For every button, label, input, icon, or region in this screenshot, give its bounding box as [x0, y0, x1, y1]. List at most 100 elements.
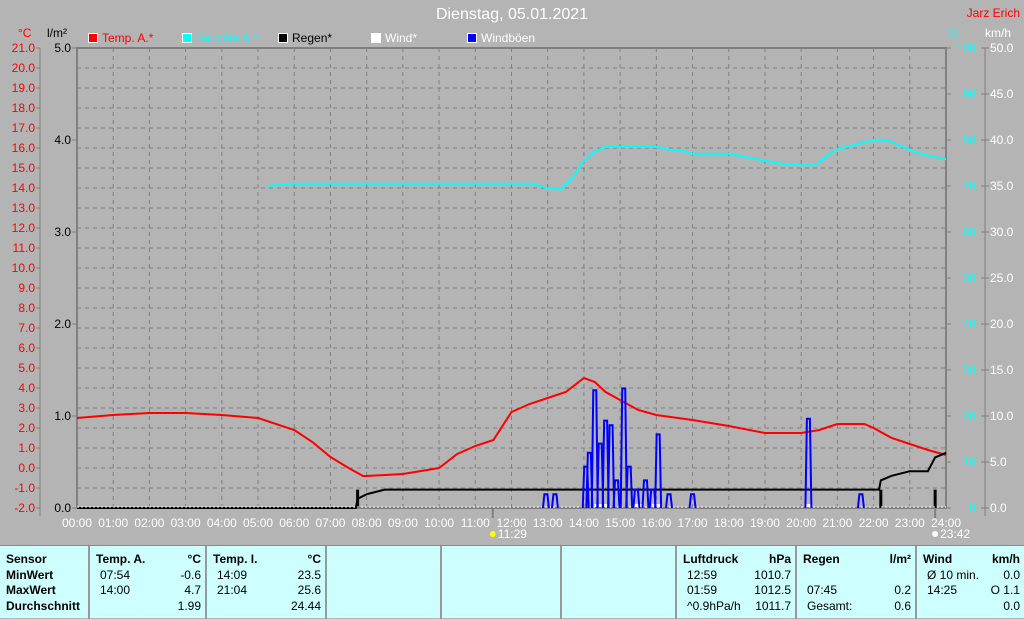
temp-tick-label: 21.0: [12, 41, 36, 55]
col-rain: Regen l/m² 07:45 0.2 Gesamt: 0.6: [795, 546, 915, 619]
x-tick-label: 09:00: [388, 516, 418, 530]
rain-bar: [879, 489, 883, 508]
temp-tick-label: 14.0: [12, 181, 36, 195]
x-tick-label: 19:00: [750, 516, 780, 530]
gust-spike: [654, 433, 663, 509]
temp-tick-label: 9.0: [18, 281, 35, 295]
humidity-tick-label: 40: [963, 317, 977, 331]
cell-value: 23.5: [297, 567, 321, 582]
x-tick-label: 06:00: [279, 516, 309, 530]
marker-label: 23:42: [940, 527, 970, 541]
cell-value: 0.6: [894, 598, 911, 613]
x-tick-label: 03:00: [171, 516, 201, 530]
x-tick-label: 04:00: [207, 516, 237, 530]
temp-tick-label: 10.0: [12, 261, 36, 275]
header-temp_a: Temp. A.: [96, 552, 146, 566]
x-tick-label: 11:00: [461, 516, 490, 530]
wind-tick-label: 35.0: [990, 179, 1014, 193]
humidity-tick-label: 60: [963, 225, 977, 239]
cell-time: 01:59: [687, 583, 718, 597]
cell-value: 0.0: [1003, 598, 1020, 613]
x-tick-label: 17:00: [678, 516, 708, 530]
x-tick-label: 10:00: [424, 516, 454, 530]
temp-tick-label: -1.0: [14, 481, 35, 495]
wind-tick-label: 5.0: [990, 455, 1007, 469]
cell-value: 1011.7: [755, 598, 791, 613]
rain-tick-label: 3.0: [54, 225, 71, 239]
gust-spike: [612, 479, 621, 509]
x-tick-label: 21:00: [822, 516, 852, 530]
temp-tick-label: 5.0: [18, 361, 35, 375]
col-wind: Wind km/h Ø 10 min. 0.0 14:25 O 1.1 0.0: [915, 546, 1024, 619]
header-temp_i: Temp. I.: [213, 552, 258, 566]
temp-tick-label: 18.0: [12, 101, 36, 115]
plot-frame: [76, 47, 947, 509]
wind-tick-label: 15.0: [990, 363, 1014, 377]
temp-tick-label: 17.0: [12, 121, 36, 135]
cell-time: ^0.9hPa/h: [687, 598, 741, 613]
x-tick-label: 00:00: [62, 516, 92, 530]
rain-bar: [933, 489, 937, 508]
row-label-max: MaxWert: [6, 583, 56, 597]
x-tick-label: 08:00: [352, 516, 382, 530]
gust-spike: [625, 465, 634, 509]
x-tick-label: 15:00: [605, 516, 635, 530]
cell-time: 14:25: [927, 583, 958, 597]
temp-tick-label: 16.0: [12, 141, 36, 155]
wind-tick-label: 10.0: [990, 409, 1014, 423]
cell-value: 4.7: [184, 583, 201, 597]
wind-tick-label: 30.0: [990, 225, 1014, 239]
header-sensor: Sensor: [6, 552, 47, 566]
wind-tick-label: 0.0: [990, 501, 1007, 515]
unit-pressure: hPa: [768, 552, 791, 566]
cell-time: 07:54: [100, 567, 131, 582]
humidity-tick-label: 80: [963, 133, 977, 147]
rain-tick-label: 2.0: [54, 317, 71, 331]
temp-tick-label: 11.0: [13, 241, 36, 255]
weather-chart: -2.0 -1.0 0.0 1.0 2.0 3.0 4.0 5.0 6.0 7.0 8.0 9.0 10…: [12, 41, 1014, 541]
marker-label: 11:29: [498, 527, 527, 541]
x-tick-label: 05:00: [243, 516, 273, 530]
cell-time: 07:45: [807, 583, 838, 597]
temp-tick-label: 7.0: [18, 321, 35, 335]
cell-value: 0.2: [894, 583, 911, 597]
cell-value: -0.6: [180, 567, 201, 582]
cell-value: 1012.5: [754, 583, 791, 597]
gust-spike: [607, 424, 616, 509]
temp-tick-label: 6.0: [18, 341, 35, 355]
series-feuchtea: [267, 139, 947, 190]
temp-tick-label: 13.0: [12, 201, 36, 215]
rain-tick-label: 0.0: [54, 501, 71, 515]
wind-tick-label: 25.0: [990, 271, 1014, 285]
col-temp_a: Temp. A. °C 07:54 -0.6 14:00 4.7 1.99: [88, 546, 205, 619]
wind-tick-label: 45.0: [990, 87, 1014, 101]
row-label-avg: Durchschnitt: [6, 598, 81, 613]
col-empty: [440, 546, 560, 619]
wind-tick-label: 40.0: [990, 133, 1014, 147]
row-label-min: MinWert: [6, 567, 54, 582]
col-pressure: Luftdruck hPa 12:59 1010.7 01:59 1012.5 ^0.9hP…: [675, 546, 795, 619]
temp-tick-label: 20.0: [12, 61, 36, 75]
cell-time: 12:59: [687, 567, 718, 582]
unit-wind: km/h: [991, 552, 1020, 566]
col-sensor: Sensor MinWert MaxWert Durchschnitt: [0, 546, 88, 619]
temp-tick-label: 12.0: [12, 221, 36, 235]
moonrise-icon: [932, 531, 939, 537]
gust-spike: [665, 493, 674, 509]
humidity-tick-label: 90: [963, 87, 977, 101]
x-tick-label: 07:00: [315, 516, 345, 530]
temp-tick-label: 4.0: [18, 381, 35, 395]
cell-value: 24.44: [290, 598, 321, 613]
wind-tick-label: 20.0: [990, 317, 1014, 331]
unit-temp_a: °C: [187, 552, 201, 566]
cell-value: 0.0: [1003, 567, 1020, 582]
header-pressure: Luftdruck: [683, 552, 739, 566]
cell-value: 25.6: [297, 583, 321, 597]
col-temp_i: Temp. I. °C 14:09 23.5 21:04 25.6 24.44: [205, 546, 325, 619]
sunrise-icon: [489, 531, 496, 537]
wind-tick-label: 50.0: [990, 41, 1014, 55]
humidity-tick-label: 20: [963, 409, 977, 423]
cell-time: 14:00: [100, 583, 131, 597]
humidity-tick-label: 70: [963, 179, 977, 193]
unit-rain: l/m²: [889, 552, 911, 566]
